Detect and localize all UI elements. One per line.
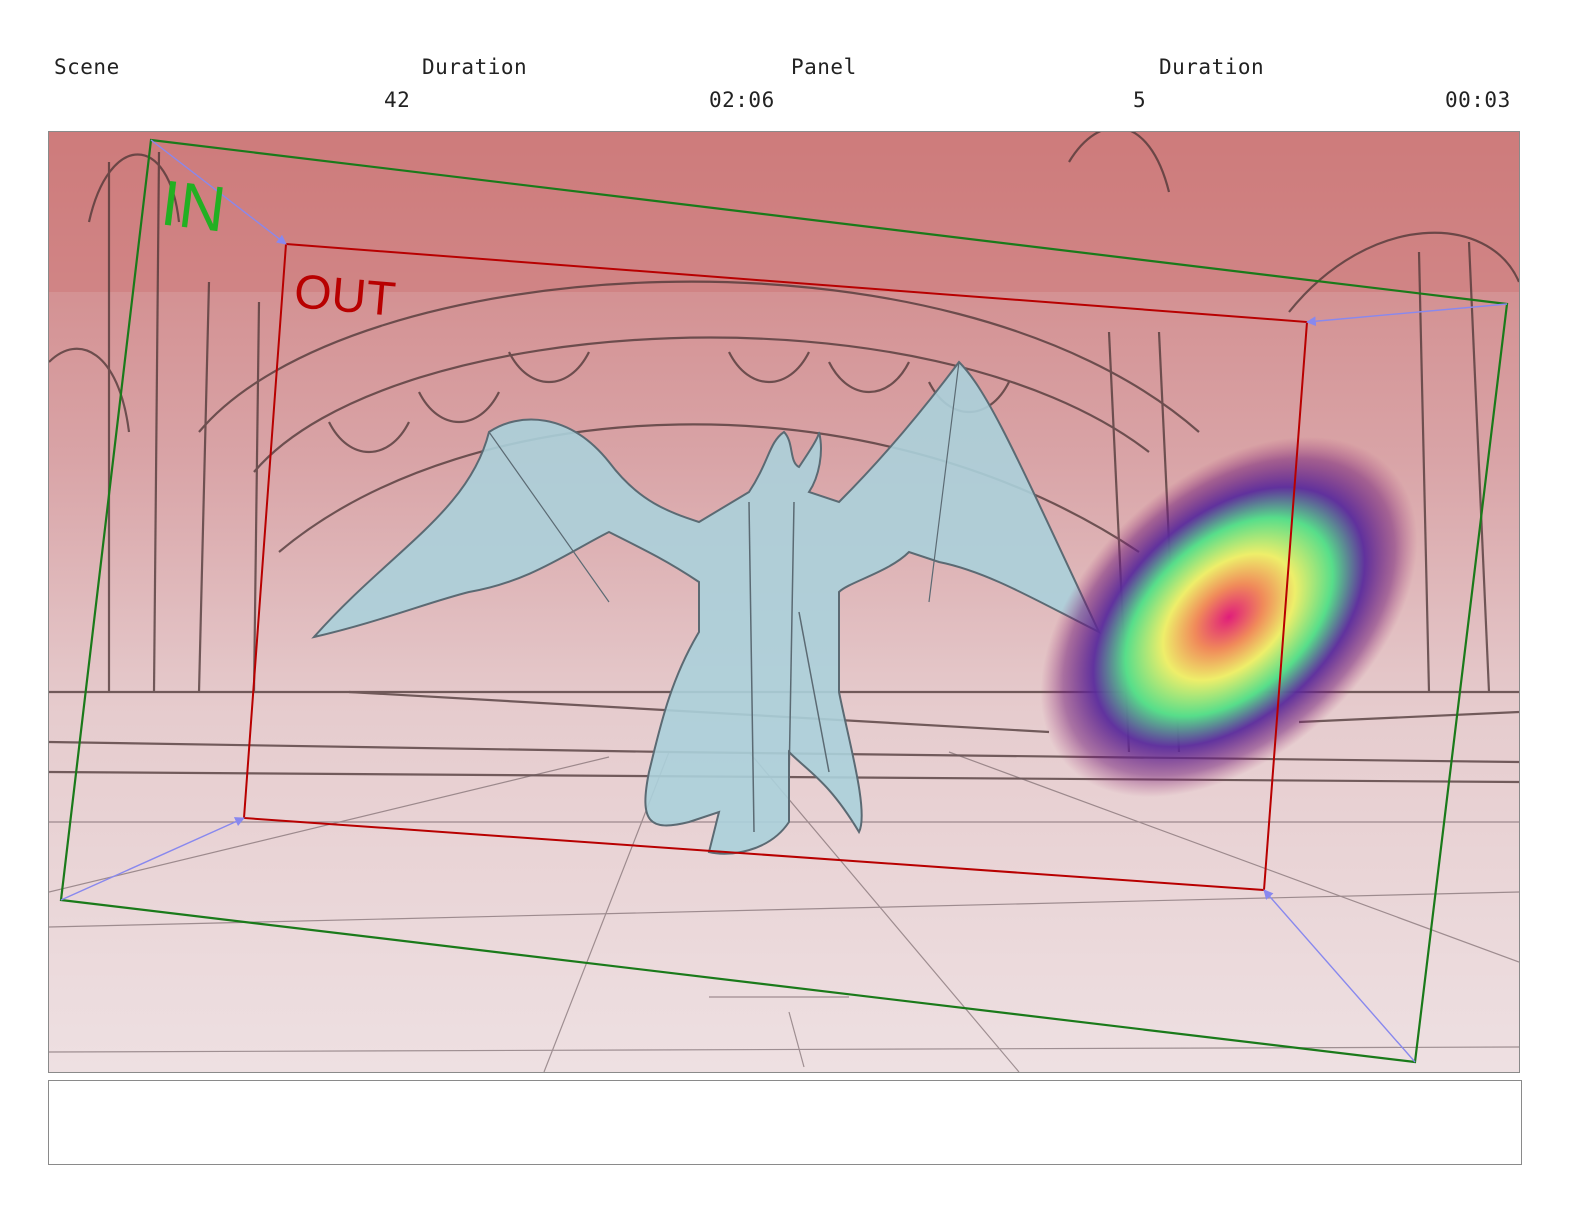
panel-number: 5	[1133, 88, 1147, 112]
scene-duration-value: 02:06	[709, 88, 775, 112]
panel-duration-value: 00:03	[1445, 88, 1511, 112]
panel-notes-box[interactable]	[48, 1080, 1522, 1165]
panel-artwork: IN OUT	[49, 132, 1519, 1072]
panel-label: Panel	[791, 55, 857, 79]
scene-duration-label: Duration	[422, 55, 528, 79]
scene-label: Scene	[54, 55, 120, 79]
panel-duration-label: Duration	[1159, 55, 1265, 79]
out-frame-label: OUT	[292, 265, 398, 327]
storyboard-panel: IN OUT	[48, 131, 1520, 1073]
scene-number: 42	[384, 88, 411, 112]
in-frame-label: IN	[157, 166, 229, 245]
